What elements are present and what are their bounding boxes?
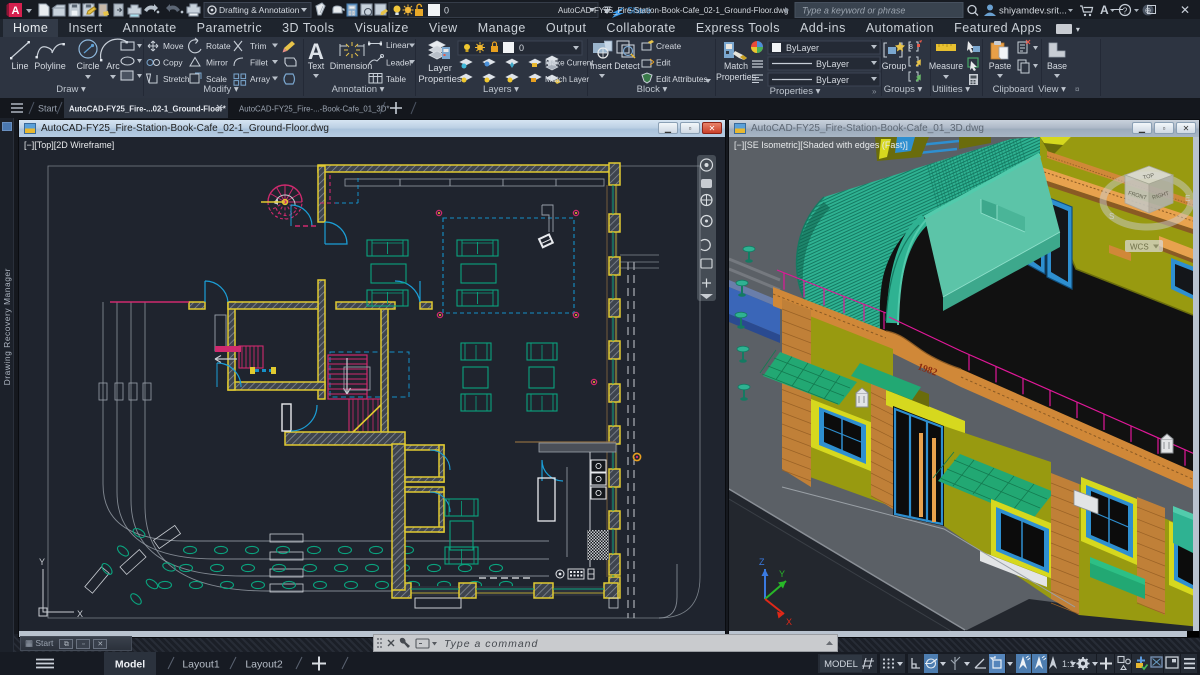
svg-text:Move: Move	[163, 41, 184, 51]
svg-text:AutoCAD-FY25_Fire-Station-Book: AutoCAD-FY25_Fire-Station-Book-Cafe_02-1…	[558, 6, 788, 15]
svg-text:Copy: Copy	[163, 58, 183, 68]
svg-text:A: A	[12, 5, 20, 17]
svg-text:Properties: Properties	[716, 72, 757, 82]
svg-text:MODEL: MODEL	[824, 659, 858, 670]
svg-text:Annotation ▾: Annotation ▾	[332, 84, 385, 95]
svg-text:Make Current: Make Current	[545, 59, 594, 68]
svg-text:Stretch: Stretch	[163, 74, 190, 84]
svg-text:Dimension: Dimension	[330, 61, 373, 71]
svg-text:X: X	[77, 609, 83, 619]
svg-text:Start: Start	[38, 104, 58, 114]
svg-text:ByLayer: ByLayer	[786, 43, 819, 53]
svg-text:Type a command: Type a command	[444, 638, 538, 650]
svg-text:»: »	[872, 87, 877, 96]
svg-text:0: 0	[519, 43, 524, 53]
svg-text:¤: ¤	[1075, 85, 1080, 94]
svg-text:Circle: Circle	[76, 61, 99, 71]
svg-text:Draw ▾: Draw ▾	[56, 84, 86, 95]
svg-text:Polyline: Polyline	[34, 61, 66, 71]
svg-text:Create: Create	[656, 41, 681, 51]
svg-text:Z: Z	[759, 557, 765, 567]
svg-text:Y: Y	[779, 569, 785, 579]
svg-text:Paste: Paste	[989, 61, 1012, 71]
svg-text:Measure: Measure	[929, 61, 963, 71]
svg-text:Insert: Insert	[590, 61, 613, 71]
svg-text:Line: Line	[11, 61, 28, 71]
svg-text:Block ▾: Block ▾	[637, 84, 668, 95]
svg-text:X: X	[786, 617, 792, 627]
svg-text:Layer: Layer	[428, 63, 452, 74]
svg-text:Scale: Scale	[206, 74, 227, 84]
svg-text:Layout1: Layout1	[182, 659, 220, 671]
svg-text:Match: Match	[724, 61, 748, 71]
svg-text:Utilities ▾: Utilities ▾	[932, 84, 970, 95]
svg-text:Text: Text	[308, 61, 325, 71]
svg-text:Rotate: Rotate	[206, 41, 231, 51]
svg-text:Match Layer: Match Layer	[545, 75, 589, 84]
svg-text:shiyamdev.srit...: shiyamdev.srit...	[999, 6, 1067, 17]
svg-text:Type a keyword or phrase: Type a keyword or phrase	[802, 6, 905, 16]
svg-text:Leader: Leader	[386, 58, 412, 68]
svg-text:Properties ▾: Properties ▾	[770, 86, 821, 97]
svg-text:Layers ▾: Layers ▾	[483, 84, 519, 95]
svg-text:Trim: Trim	[250, 41, 266, 51]
svg-text:ByLayer: ByLayer	[816, 75, 849, 85]
svg-text:Linear: Linear	[386, 40, 409, 50]
svg-text:Base: Base	[1047, 61, 1067, 71]
svg-text:Detect: Detect	[614, 61, 640, 71]
svg-text:WCS: WCS	[1130, 243, 1149, 252]
svg-text:Edit Attributes: Edit Attributes	[656, 74, 708, 84]
svg-text:A: A	[1100, 3, 1109, 17]
svg-text:View ▾: View ▾	[1038, 84, 1066, 95]
svg-text:E: E	[1185, 194, 1190, 203]
svg-text:Arc: Arc	[106, 61, 120, 71]
svg-text:Edit: Edit	[656, 58, 671, 68]
svg-text:AutoCAD-FY25_Fire-...02-1_Grou: AutoCAD-FY25_Fire-...02-1_Ground-Floor*	[69, 105, 227, 114]
svg-text:0: 0	[444, 6, 449, 16]
svg-text:Drafting & Annotation: Drafting & Annotation	[219, 5, 300, 15]
svg-text:Clipboard: Clipboard	[993, 84, 1034, 95]
svg-text:Table: Table	[386, 74, 406, 84]
svg-text:Model: Model	[115, 659, 145, 671]
svg-text:Modify ▾: Modify ▾	[203, 84, 239, 95]
svg-text:Properties: Properties	[418, 74, 462, 85]
svg-text:Groups ▾: Groups ▾	[884, 84, 923, 95]
svg-text:Mirror: Mirror	[206, 58, 228, 68]
svg-text:Array: Array	[250, 74, 271, 84]
svg-text:Y: Y	[39, 557, 45, 567]
svg-text:S: S	[1109, 212, 1114, 221]
svg-text:Group: Group	[882, 61, 907, 71]
svg-text:Layout2: Layout2	[245, 659, 283, 671]
svg-text:AutoCAD-FY25_Fire-...-Book-Caf: AutoCAD-FY25_Fire-...-Book-Cafe_01_3D*	[239, 105, 389, 114]
svg-text:ByLayer: ByLayer	[816, 59, 849, 69]
svg-text:Fillet: Fillet	[250, 58, 268, 68]
svg-text:8: 8	[909, 44, 913, 51]
